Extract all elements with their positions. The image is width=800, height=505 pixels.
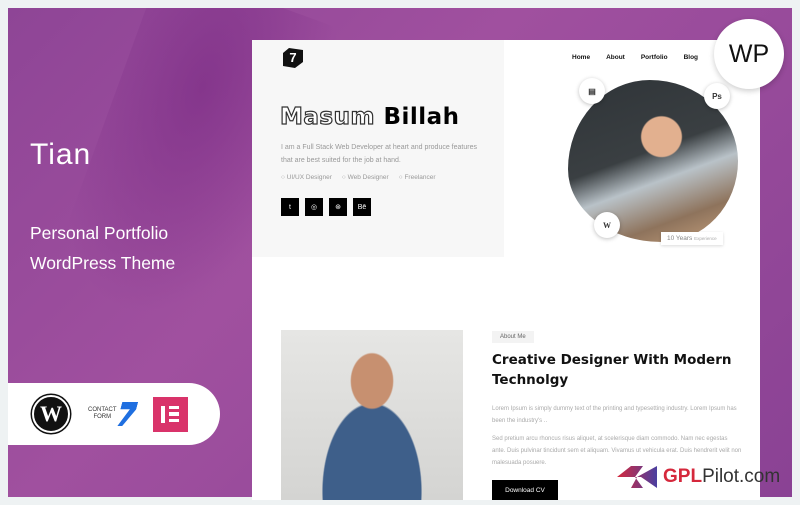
behance-icon[interactable]: Bē xyxy=(353,198,371,216)
ai-file-icon: ▤ xyxy=(579,78,605,104)
role-item: Freelancer xyxy=(399,174,435,181)
download-cv-button[interactable]: Download CV xyxy=(492,480,558,500)
wordpress-badge-icon: W xyxy=(594,212,620,238)
about-para: Lorem Ipsum is simply dummy text of the … xyxy=(492,406,737,424)
main-nav: Home About Portfolio Blog xyxy=(572,54,698,61)
wp-badge: WP xyxy=(714,19,784,89)
site-logo[interactable]: 7 xyxy=(283,48,303,68)
roles-list: UI/UX Designer Web Designer Freelancer xyxy=(281,174,436,181)
nav-portfolio[interactable]: Portfolio xyxy=(641,54,668,61)
nav-blog[interactable]: Blog xyxy=(684,54,698,61)
gplpilot-logo-icon xyxy=(617,466,657,488)
role-item: UI/UX Designer xyxy=(281,174,332,181)
contact-form-7-icon: CONTACT FORM xyxy=(88,402,135,426)
site-preview: 7 Masum Billah I am a Full Stack Web Dev… xyxy=(252,40,760,500)
photoshop-icon: Ps xyxy=(704,83,730,109)
twitter-icon[interactable]: t xyxy=(281,198,299,216)
about-para: Sed pretium arcu rhoncus risus aliquet, … xyxy=(492,436,742,466)
subtitle-line: Personal Portfolio xyxy=(30,223,169,243)
cf-label: FORM xyxy=(93,414,112,420)
elementor-icon xyxy=(152,396,188,432)
hero-description: I am a Full Stack Web Developer at heart… xyxy=(281,144,477,164)
nav-home[interactable]: Home xyxy=(572,54,590,61)
plugin-bar: W CONTACT FORM xyxy=(8,383,220,445)
experience-label: Experience xyxy=(694,236,717,241)
brand-red: GPL xyxy=(663,466,703,487)
hero-section: 7 Masum Billah I am a Full Stack Web Dev… xyxy=(252,40,504,257)
about-pill: About Me xyxy=(492,331,534,343)
instagram-icon[interactable]: ◎ xyxy=(305,198,323,216)
about-heading: Creative Designer With Modern Technolgy xyxy=(492,352,732,388)
subtitle-line: WordPress Theme xyxy=(30,253,176,273)
about-photo xyxy=(281,330,463,500)
hero-name: Masum Billah xyxy=(279,103,460,130)
name-first: Masum xyxy=(279,103,375,130)
theme-subtitle: Personal Portfolio WordPress Theme xyxy=(30,218,175,278)
brand-rest: Pilot.com xyxy=(702,466,781,487)
experience-value: 10 Years xyxy=(667,235,693,242)
gplpilot-watermark: GPLPilot.com xyxy=(617,466,780,488)
nav-about[interactable]: About xyxy=(606,54,625,61)
social-links: t ◎ ⊛ Bē xyxy=(281,198,371,216)
experience-badge: 10 Years Experience xyxy=(661,232,723,245)
name-last: Billah xyxy=(383,104,460,130)
theme-title: Tian xyxy=(30,138,92,171)
role-item: Web Designer xyxy=(342,174,389,181)
wordpress-icon: W xyxy=(32,395,70,433)
dribbble-icon[interactable]: ⊛ xyxy=(329,198,347,216)
cf-label: CONTACT xyxy=(88,407,117,413)
